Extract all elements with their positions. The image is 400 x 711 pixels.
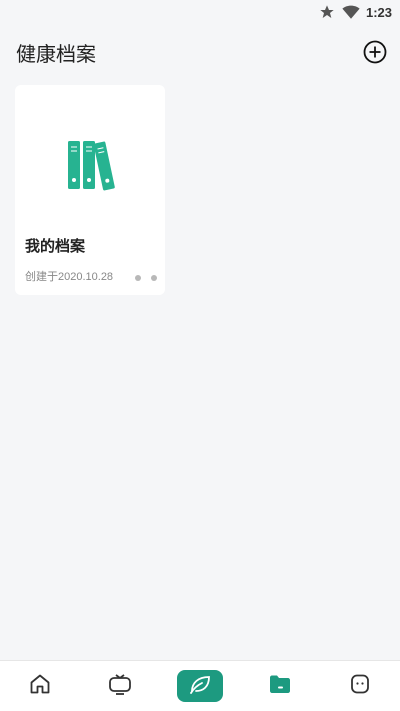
archive-name: 我的档案 <box>25 237 86 255</box>
home-icon <box>28 672 52 700</box>
tab-profile[interactable] <box>335 666 385 706</box>
tv-icon <box>107 672 133 700</box>
page-title: 健康档案 <box>16 41 96 66</box>
status-time: 1:23 <box>365 4 392 20</box>
star-icon <box>318 3 336 21</box>
archive-created-date: 创建于2020.10.28 <box>25 271 114 283</box>
tab-tv[interactable] <box>95 666 145 706</box>
tab-home[interactable] <box>15 666 65 706</box>
status-bar: 1:23 <box>0 0 400 24</box>
tab-leaf[interactable] <box>175 666 225 706</box>
app-header: 健康档案 <box>0 34 400 70</box>
archive-card[interactable]: 我的档案 创建于2020.10.28 <box>15 85 165 295</box>
binders-icon <box>15 125 165 195</box>
wifi-icon <box>342 3 360 21</box>
leaf-icon <box>188 674 212 698</box>
folder-icon <box>268 673 292 699</box>
add-circle-icon[interactable] <box>362 39 388 65</box>
tab-folder[interactable] <box>255 666 305 706</box>
face-icon <box>347 672 373 700</box>
active-tab-indicator <box>177 670 223 702</box>
more-dots-icon[interactable] <box>135 271 157 285</box>
bottom-tab-bar <box>0 660 400 711</box>
